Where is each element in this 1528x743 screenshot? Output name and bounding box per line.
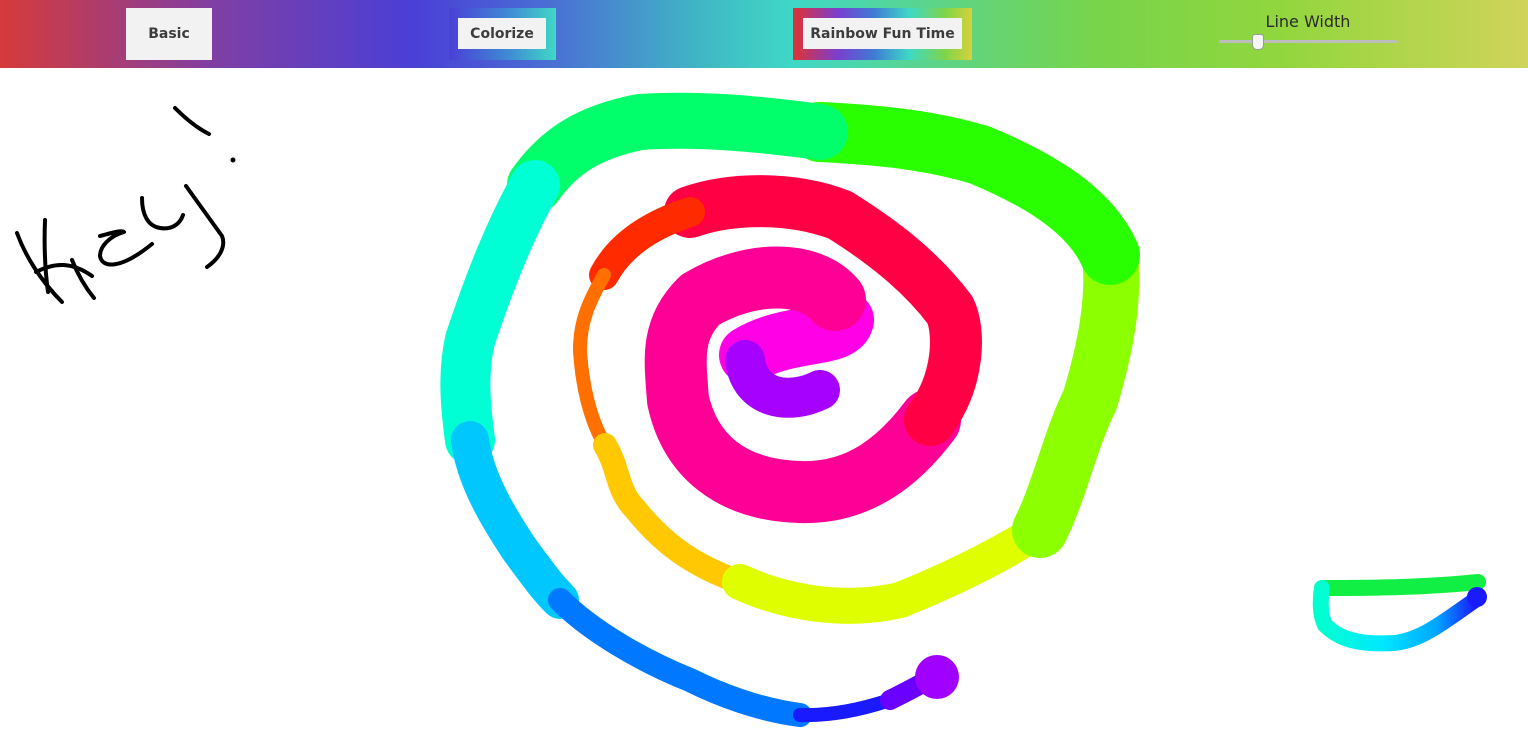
hey-text [15, 106, 236, 304]
toolbar: Basic Colorize Rainbow Fun Time Line Wid… [0, 0, 1528, 68]
line-width-slider-track[interactable] [1219, 40, 1397, 43]
line-width-control: Line Width [1218, 12, 1398, 52]
basic-button[interactable]: Basic [126, 8, 212, 60]
colorize-button-frame: Colorize [449, 8, 556, 60]
line-width-slider-thumb[interactable] [1252, 34, 1265, 50]
rainbow-button-frame: Rainbow Fun Time [793, 8, 972, 60]
line-width-label: Line Width [1265, 12, 1351, 31]
rainbow-spiral [440, 92, 1140, 727]
colorize-button[interactable]: Colorize [458, 18, 546, 49]
smiley-mouth [1312, 574, 1487, 652]
smiley-eyes [1367, 472, 1438, 559]
rainbow-fun-time-button[interactable]: Rainbow Fun Time [803, 18, 962, 49]
drawing-canvas[interactable] [0, 68, 1528, 743]
